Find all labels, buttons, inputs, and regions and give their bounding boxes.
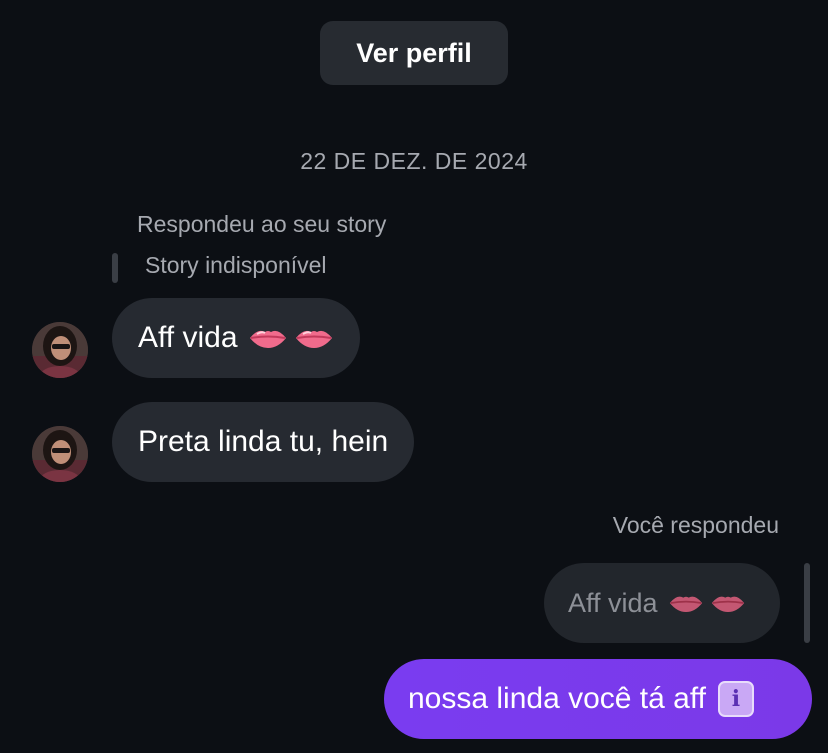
message-text: nossa linda você tá aff: [408, 682, 706, 715]
avatar-image: [32, 322, 88, 378]
avatar[interactable]: [32, 322, 88, 378]
message-text: Preta linda tu, hein: [138, 425, 389, 458]
outgoing-message-bubble[interactable]: nossa linda você tá aff i: [384, 659, 812, 739]
view-profile-label: Ver perfil: [356, 37, 472, 68]
story-reply-label: Respondeu ao seu story: [137, 211, 387, 237]
quoted-message-text: Aff vida: [568, 587, 658, 618]
lips-emoji: [669, 596, 702, 612]
reply-quote-bar: [804, 563, 810, 643]
incoming-message-bubble[interactable]: Aff vida: [112, 298, 360, 378]
avatar-image: [32, 426, 88, 482]
emoji-group: [668, 592, 746, 614]
information-emoji: i: [717, 681, 754, 717]
incoming-message-bubble[interactable]: Preta linda tu, hein: [112, 402, 415, 482]
you-replied-label: Você respondeu: [612, 512, 779, 538]
story-unavailable-text: Story indisponível: [145, 252, 327, 278]
view-profile-button[interactable]: Ver perfil: [320, 21, 508, 85]
story-quote-bar: [112, 253, 118, 283]
date-separator: 22 DE DEZ. DE 2024: [300, 148, 528, 174]
avatar[interactable]: [32, 426, 88, 482]
lips-emoji: [295, 330, 332, 348]
lips-emoji: [249, 330, 286, 348]
message-text: Aff vida: [138, 321, 238, 354]
lips-emoji: [711, 596, 744, 612]
quoted-message-bubble[interactable]: Aff vida: [544, 563, 780, 643]
emoji-group: [248, 326, 334, 350]
